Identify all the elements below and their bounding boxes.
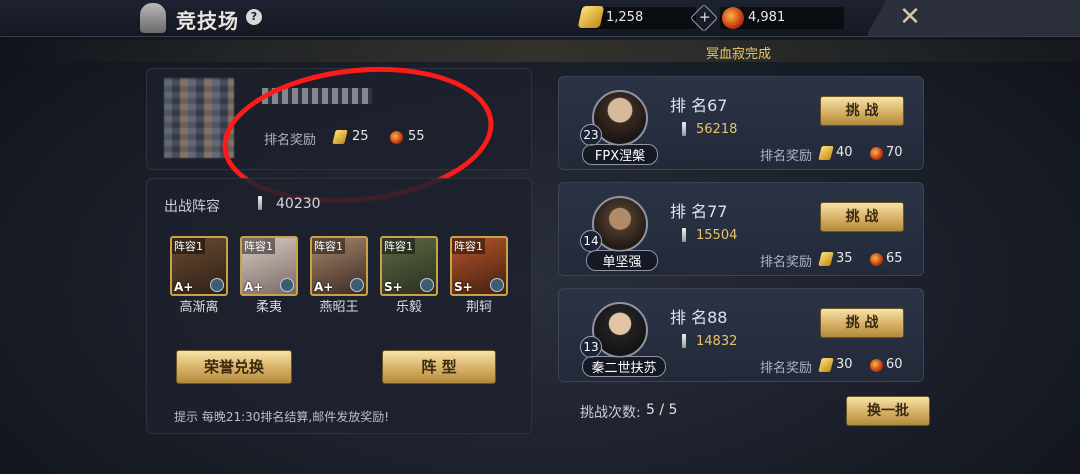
tip-text: 提示 每晚21:30排名结算,邮件发放奖励! — [174, 410, 390, 424]
hero-type-icon — [350, 278, 364, 292]
opponent-name: 秦二世扶苏 — [582, 356, 666, 377]
hero-name: 乐毅 — [395, 300, 422, 315]
hero-grade: S+ — [454, 280, 473, 294]
hero-tag: 阵容1 — [242, 238, 275, 254]
challenge-button[interactable]: 挑 战 — [820, 96, 904, 126]
hero-grade: A+ — [244, 280, 264, 294]
fire-orb-icon — [722, 7, 744, 29]
challenge-count-label: 挑战次数: — [580, 405, 641, 421]
honor-exchange-button[interactable]: 荣誉兑换 — [176, 350, 292, 384]
opponent-reward-orb: 70 — [886, 145, 903, 160]
sword-icon — [258, 196, 262, 210]
notice-banner-text: 冥血寂完成 — [706, 47, 772, 62]
lineup-power: 40230 — [276, 196, 321, 212]
hero-grade: A+ — [314, 280, 334, 294]
opponent-rank: 排 名88 — [670, 308, 728, 327]
hero-card[interactable]: 阵容1 S+ — [450, 236, 508, 296]
hero-tag: 阵容1 — [452, 238, 485, 254]
opponent-power: 56218 — [696, 122, 738, 137]
refresh-opponents-button[interactable]: 换一批 — [846, 396, 930, 426]
hero-grade: A+ — [174, 280, 194, 294]
opponent-reward-gold: 40 — [836, 145, 853, 160]
opponent-power: 15504 — [696, 228, 738, 243]
opponent-reward-orb: 60 — [886, 357, 903, 372]
help-icon[interactable]: ? — [246, 9, 262, 25]
formation-button[interactable]: 阵 型 — [382, 350, 496, 384]
hero-card[interactable]: 阵容1 A+ — [170, 236, 228, 296]
opponent-power: 14832 — [696, 334, 738, 349]
hero-name: 燕昭王 — [319, 300, 359, 315]
hero-type-icon — [210, 278, 224, 292]
hero-card[interactable]: 阵容1 A+ — [310, 236, 368, 296]
orb-amount: 4,981 — [748, 10, 786, 25]
hero-card[interactable]: 阵容1 A+ — [240, 236, 298, 296]
fire-orb-icon — [870, 147, 883, 160]
opponent-rank: 排 名77 — [670, 202, 728, 221]
opponent-reward-label: 排名奖励 — [760, 255, 813, 270]
opponent-reward-gold: 30 — [836, 357, 853, 372]
challenge-count-value: 5 / 5 — [646, 402, 678, 418]
opponent-reward-label: 排名奖励 — [760, 149, 813, 164]
hero-tag: 阵容1 — [312, 238, 345, 254]
hero-name: 荆轲 — [465, 300, 492, 315]
opponent-name: FPX涅槃 — [582, 144, 658, 165]
hero-card[interactable]: 阵容1 S+ — [380, 236, 438, 296]
hero-tag: 阵容1 — [172, 238, 205, 254]
hero-name: 高渐离 — [179, 300, 219, 315]
sword-icon — [682, 122, 686, 136]
challenge-button[interactable]: 挑 战 — [820, 308, 904, 338]
notice-banner — [0, 40, 1080, 62]
opponent-rank: 排 名67 — [670, 96, 728, 115]
hero-type-icon — [280, 278, 294, 292]
opponent-reward-gold: 35 — [836, 251, 853, 266]
challenge-button[interactable]: 挑 战 — [820, 202, 904, 232]
opponent-level: 14 — [580, 230, 602, 252]
opponent-level: 13 — [580, 336, 602, 358]
hero-type-icon — [420, 278, 434, 292]
opponent-name: 单坚强 — [586, 250, 658, 271]
fire-orb-icon — [870, 359, 883, 372]
hero-type-icon — [490, 278, 504, 292]
fire-orb-icon — [870, 253, 883, 266]
sword-icon — [682, 334, 686, 348]
opponent-level: 23 — [580, 124, 602, 146]
sword-icon — [682, 228, 686, 242]
hero-tag: 阵容1 — [382, 238, 415, 254]
gold-amount: 1,258 — [606, 10, 644, 25]
opponent-reward-orb: 65 — [886, 251, 903, 266]
hero-grade: S+ — [384, 280, 403, 294]
helmet-icon — [140, 3, 166, 33]
hero-name: 柔夷 — [255, 300, 282, 315]
close-icon[interactable]: ✕ — [897, 4, 923, 30]
lineup-label: 出战阵容 — [164, 199, 220, 215]
opponent-reward-label: 排名奖励 — [760, 361, 813, 376]
page-title: 竞技场 — [176, 9, 239, 33]
